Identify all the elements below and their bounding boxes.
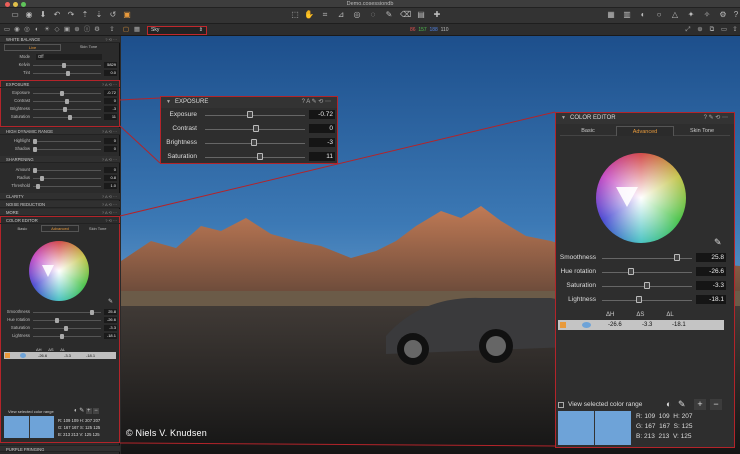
popup-color-range-row[interactable]: -26.6 -3.3 -18.1 — [558, 320, 724, 330]
copyright-watermark: © Niels V. Knudsen — [126, 428, 207, 438]
popup-delta-headers: ΔH ΔS ΔL — [606, 312, 674, 318]
popup-brightness-row: Brightness -3 — [166, 138, 335, 147]
popup-exposure-header[interactable]: ▼ EXPOSURE? A ✎ ⟲ ⋯ — [161, 97, 337, 108]
popup-saturation-value[interactable]: 11 — [309, 152, 335, 161]
popup-tab-basic[interactable]: Basic — [560, 126, 616, 136]
popup-saturation-knob[interactable] — [257, 153, 263, 160]
popup-view-range-checkbox[interactable] — [558, 402, 564, 408]
popup-saturation-row-ce: Saturation -3.3 — [566, 281, 726, 290]
popup-color-editor-header[interactable]: ▼ COLOR EDITOR? ✎ ⟲ ⋯ — [556, 113, 734, 124]
popup-enable-checkbox[interactable] — [560, 322, 566, 328]
popup-picker-icon[interactable]: ✎ — [714, 237, 722, 248]
popup-before-after-swatch — [558, 411, 631, 445]
popup-hue-rotation-knob[interactable] — [628, 268, 634, 275]
popup-color-swatch — [582, 322, 591, 328]
popup-ce-saturation-knob[interactable] — [644, 282, 650, 289]
popup-saturation-row: Saturation 11 — [167, 152, 335, 161]
popup-view-range-label[interactable]: View selected color range — [568, 401, 642, 408]
popup-lightness-value[interactable]: -18.1 — [696, 295, 726, 304]
popup-hue-rotation-value[interactable]: -26.6 — [696, 267, 726, 276]
popup-exposure-row: Exposure -0.72 — [169, 110, 335, 119]
popup-exposure-value[interactable]: -0.72 — [309, 110, 335, 119]
popup-hue-rotation-row: Hue rotation -26.6 — [560, 267, 726, 276]
remove-range-button[interactable]: − — [710, 399, 722, 410]
popup-tab-skin-tone[interactable]: Skin Tone — [674, 126, 730, 136]
popup-tab-advanced[interactable]: Advanced — [616, 126, 674, 136]
popup-smoothness-row: Smoothness 25.8 — [559, 253, 726, 262]
popup-range-mask-icon[interactable]: ◐ — [666, 399, 671, 409]
color-editor-zoom-panel: ▼ COLOR EDITOR? ✎ ⟲ ⋯ Basic Advanced Skin… — [555, 112, 735, 448]
popup-color-wheel[interactable] — [596, 153, 686, 243]
popup-brightness-knob[interactable] — [251, 139, 257, 146]
popup-contrast-knob[interactable] — [253, 125, 259, 132]
popup-smoothness-value[interactable]: 25.8 — [696, 253, 726, 262]
popup-range-picker-icon[interactable]: ✎ — [678, 399, 686, 410]
popup-smoothness-knob[interactable] — [674, 254, 680, 261]
popup-lightness-knob[interactable] — [636, 296, 642, 303]
exposure-zoom-panel: ▼ EXPOSURE? A ✎ ⟲ ⋯ Exposure -0.72 Contras… — [160, 96, 338, 164]
popup-exposure-knob[interactable] — [247, 111, 253, 118]
popup-contrast-value[interactable]: 0 — [309, 124, 335, 133]
popup-color-tabs: Basic Advanced Skin Tone — [560, 126, 730, 136]
popup-contrast-row: Contrast 0 — [172, 124, 335, 133]
popup-ce-saturation-value[interactable]: -3.3 — [696, 281, 726, 290]
popup-brightness-value[interactable]: -3 — [309, 138, 335, 147]
popup-rgb-hsv-readout: R: 109 109 H: 207 G: 167 167 S: 125 B: 2… — [636, 413, 693, 440]
add-range-button[interactable]: + — [694, 399, 706, 410]
popup-color-sliders: Smoothness 25.8 Hue rotation -26.6 Saturat… — [556, 251, 734, 307]
popup-lightness-row: Lightness -18.1 — [568, 295, 726, 304]
